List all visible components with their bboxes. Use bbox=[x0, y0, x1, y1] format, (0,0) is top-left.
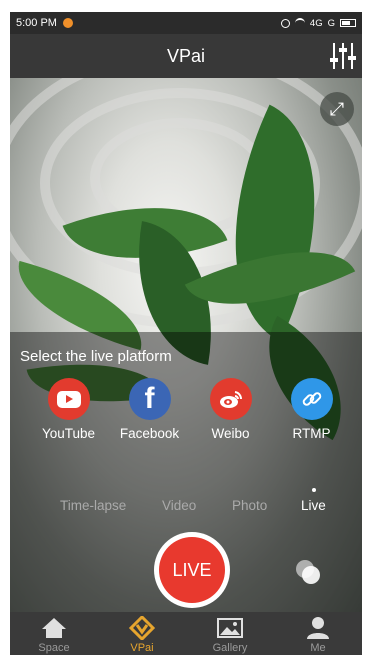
home-icon bbox=[40, 616, 68, 640]
app-screen: 5:00 PM 4G G VPai ⤢ Select the live plat… bbox=[10, 12, 362, 655]
app-header: VPai bbox=[10, 34, 362, 78]
platform-name: YouTube bbox=[41, 426, 96, 441]
platform-list: YouTube f Facebook Weibo RTMP bbox=[28, 378, 352, 441]
platform-weibo[interactable]: Weibo bbox=[190, 378, 271, 441]
status-bar: 5:00 PM 4G G bbox=[10, 12, 362, 34]
platform-facebook[interactable]: f Facebook bbox=[109, 378, 190, 441]
network-type: 4G bbox=[309, 17, 323, 29]
mode-live[interactable]: Live bbox=[301, 498, 326, 513]
nav-gallery[interactable]: Gallery bbox=[186, 612, 274, 655]
gallery-icon bbox=[216, 616, 244, 640]
left-border bbox=[0, 12, 10, 655]
nav-space[interactable]: Space bbox=[10, 612, 98, 655]
sliders-icon[interactable] bbox=[330, 43, 356, 69]
weibo-icon bbox=[209, 378, 252, 420]
expand-icon[interactable]: ⤢ bbox=[320, 92, 354, 126]
phone-frame: 5:00 PM 4G G VPai ⤢ Select the live plat… bbox=[0, 0, 372, 655]
platform-name: Weibo bbox=[211, 426, 250, 441]
notification-dot-icon bbox=[62, 18, 73, 28]
nav-me[interactable]: Me bbox=[274, 612, 362, 655]
status-time: 5:00 PM bbox=[16, 17, 57, 29]
person-icon bbox=[304, 616, 332, 640]
nav-label: Space bbox=[38, 642, 70, 654]
platform-name: RTMP bbox=[292, 426, 331, 441]
nav-vpai[interactable]: VPai bbox=[98, 612, 186, 655]
platform-youtube[interactable]: YouTube bbox=[28, 378, 109, 441]
page-title: VPai bbox=[166, 46, 206, 66]
platform-name: Facebook bbox=[119, 426, 180, 441]
active-mode-indicator bbox=[312, 488, 316, 492]
wifi-icon bbox=[294, 18, 305, 28]
alarm-icon bbox=[280, 18, 290, 28]
switch-camera-icon[interactable] bbox=[290, 556, 324, 590]
mode-photo[interactable]: Photo bbox=[232, 498, 267, 513]
live-button-label: LIVE bbox=[159, 537, 225, 603]
platform-rtmp[interactable]: RTMP bbox=[271, 378, 352, 441]
camera-preview[interactable]: ⤢ Select the live platform YouTube f Fac… bbox=[10, 78, 362, 612]
battery-icon bbox=[340, 19, 356, 27]
mode-timelapse[interactable]: Time-lapse bbox=[60, 498, 126, 513]
status-icons: 4G G bbox=[280, 17, 356, 29]
network-type-2: G bbox=[327, 17, 335, 29]
bottom-navigation: Space VPai Gallery Me bbox=[10, 612, 362, 655]
select-platform-label: Select the live platform bbox=[20, 348, 172, 365]
nav-label: Me bbox=[310, 642, 326, 654]
right-border bbox=[362, 12, 372, 655]
live-button[interactable]: LIVE bbox=[154, 532, 230, 608]
nav-label: VPai bbox=[130, 642, 154, 654]
youtube-icon bbox=[47, 378, 90, 420]
vpai-icon bbox=[128, 614, 156, 642]
facebook-icon: f bbox=[128, 378, 171, 420]
link-icon bbox=[290, 378, 333, 420]
mode-video[interactable]: Video bbox=[162, 498, 196, 513]
nav-label: Gallery bbox=[212, 642, 248, 654]
